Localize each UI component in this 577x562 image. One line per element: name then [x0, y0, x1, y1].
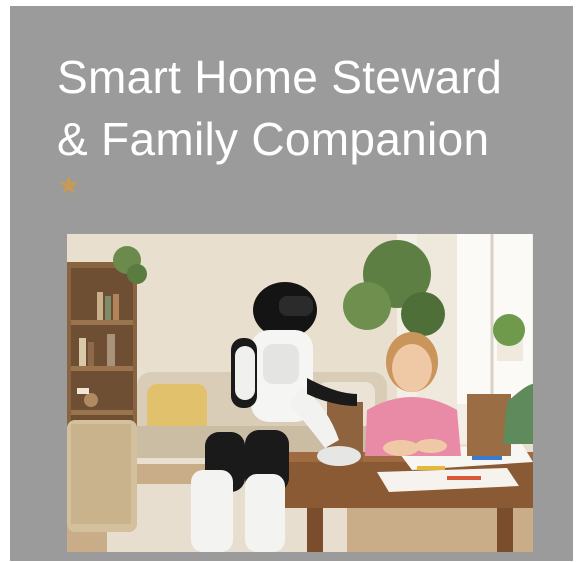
title-line-1: Smart Home Steward — [57, 51, 503, 103]
page-title: Smart Home Steward & Family Companion — [57, 46, 557, 170]
title-line-2: & Family Companion — [57, 113, 490, 165]
hero-image — [67, 234, 533, 552]
hero-card: Smart Home Steward & Family Companion ★ — [10, 6, 573, 561]
star-icon: ★ — [57, 171, 81, 201]
